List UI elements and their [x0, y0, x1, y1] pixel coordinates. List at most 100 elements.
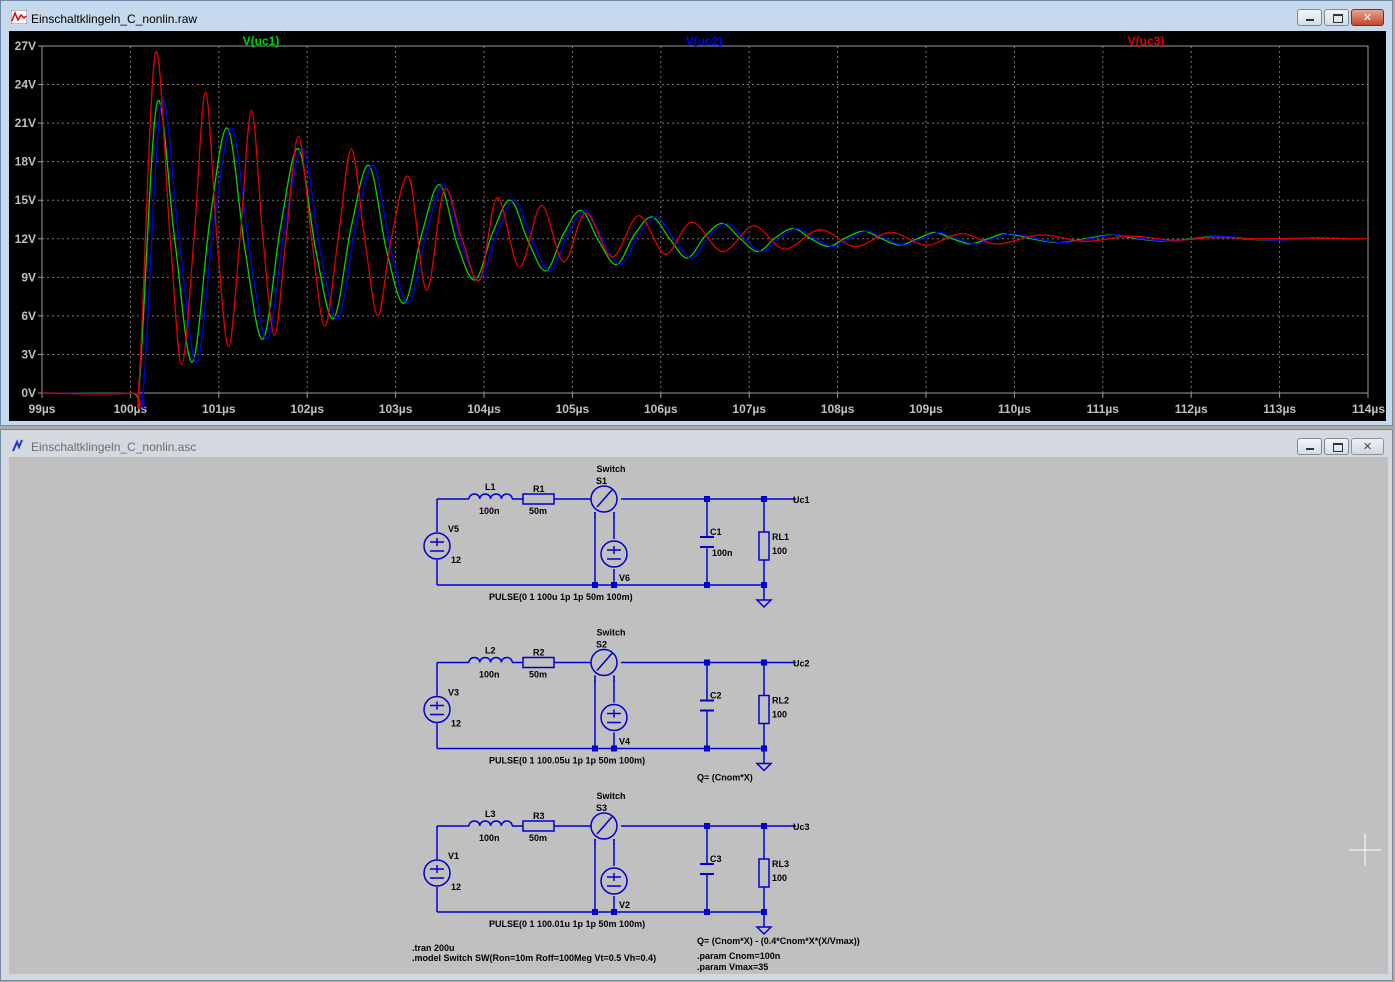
x-tick-label: 105µs	[556, 402, 590, 416]
resistor-value[interactable]: 50m	[529, 506, 547, 516]
x-tick-label: 110µs	[998, 402, 1031, 416]
close-button[interactable]: ✕	[1351, 438, 1384, 455]
inductor-value[interactable]: 100n	[479, 833, 500, 843]
inductor-symbol[interactable]	[468, 656, 513, 663]
close-button[interactable]: ✕	[1351, 9, 1384, 26]
circuit-3: Switch S3 L3 100n R3 50m V1 12 V2 PULSE(0 1 100.0…	[423, 791, 860, 946]
schematic-canvas[interactable]: Switch S1 L1 100n R1 50m V5 12 V6 PULSE(0 1 100u …	[9, 457, 1388, 974]
waveform-window-title: Einschaltklingeln_C_nonlin.raw	[31, 12, 198, 26]
maximize-button[interactable]	[1324, 9, 1349, 26]
y-tick-label: 15V	[15, 193, 36, 207]
switch-model-label[interactable]: Switch	[596, 791, 625, 801]
capacitor-symbol[interactable]	[700, 699, 714, 712]
capacitor-expression[interactable]: Q= (Cnom*X) - (0.4*Cnom*X*(X/Vmax))	[697, 936, 860, 946]
inductor-label[interactable]: L3	[485, 809, 496, 819]
load-label[interactable]: RL2	[772, 696, 789, 706]
model-directive[interactable]: .model Switch SW(Ron=10m Roff=100Meg Vt=…	[412, 953, 656, 963]
resistor-symbol[interactable]	[522, 820, 555, 832]
trace-label[interactable]: V(uc3)	[1128, 34, 1165, 48]
resistor-value[interactable]: 50m	[529, 833, 547, 843]
trace-label[interactable]: V(uc2)	[686, 34, 723, 48]
junction-dot	[592, 745, 598, 752]
node-label[interactable]: Uc1	[793, 495, 810, 505]
waveform-titlebar[interactable]: Einschaltklingeln_C_nonlin.raw ✕	[1, 1, 1392, 31]
inductor-value[interactable]: 100n	[479, 506, 500, 516]
resistor-value[interactable]: 50m	[529, 670, 547, 680]
switch-contact-icon	[596, 488, 614, 508]
resistor-label[interactable]: R3	[533, 811, 545, 821]
load-resistor-symbol[interactable]	[758, 858, 770, 888]
x-tick-label: 114µs	[1352, 402, 1385, 416]
inductor-symbol[interactable]	[468, 820, 513, 827]
source-value[interactable]: 12	[451, 555, 461, 565]
tran-directive[interactable]: .tran 200u	[412, 943, 455, 953]
load-resistor-symbol[interactable]	[758, 531, 770, 561]
minimize-button[interactable]	[1297, 9, 1322, 26]
capacitor-value[interactable]: 100n	[712, 548, 733, 558]
capacitor-symbol[interactable]	[700, 536, 714, 548]
inductor-label[interactable]: L2	[485, 646, 496, 656]
switch-label[interactable]: S3	[596, 803, 607, 813]
schematic-titlebar[interactable]: Einschaltklingeln_C_nonlin.asc ✕	[1, 430, 1392, 460]
source-label[interactable]: V5	[448, 524, 459, 534]
source-value[interactable]: 12	[451, 882, 461, 892]
schematic-drawing[interactable]: Switch S1 L1 100n R1 50m V5 12 V6 PULSE(0 1 100u …	[9, 457, 1388, 974]
junction-dot	[704, 745, 710, 752]
waveform-chart[interactable]: 99µs 100µs 101µs 102µs 103µs 104µs 105µs 106µs 1…	[9, 31, 1386, 421]
resistor-symbol[interactable]	[522, 493, 555, 505]
switch-model-label[interactable]: Switch	[596, 628, 625, 638]
schematic-window-title: Einschaltklingeln_C_nonlin.asc	[31, 440, 197, 454]
switch-label[interactable]: S1	[596, 476, 607, 486]
load-resistor-symbol[interactable]	[758, 694, 770, 725]
source-value[interactable]: 12	[451, 719, 461, 729]
junction-dot	[704, 823, 710, 829]
switch-control-leads	[594, 512, 615, 519]
junction-dot	[704, 909, 710, 915]
load-label[interactable]: RL1	[772, 532, 789, 542]
waveform-plot[interactable]: 99µs 100µs 101µs 102µs 103µs 104µs 105µs 106µs 1…	[9, 31, 1386, 421]
trace-label[interactable]: V(uc1)	[243, 34, 280, 48]
capacitor-label[interactable]: C2	[710, 691, 722, 701]
load-value[interactable]: 100	[772, 710, 787, 720]
trace-vuc2[interactable]	[41, 99, 1369, 410]
trace-vuc1[interactable]	[41, 99, 1369, 410]
capacitor-expression[interactable]: Q= (Cnom*X)	[697, 773, 753, 783]
node-label[interactable]: Uc3	[793, 822, 810, 832]
control-source-label[interactable]: V6	[619, 573, 630, 583]
y-tick-label: 21V	[15, 116, 36, 130]
node-label[interactable]: Uc2	[793, 659, 810, 669]
capacitor-symbol[interactable]	[700, 863, 714, 875]
resistor-label[interactable]: R2	[533, 648, 545, 658]
junction-dot	[611, 745, 617, 752]
pulse-spec[interactable]: PULSE(0 1 100u 1p 1p 50m 100m)	[489, 592, 633, 602]
minimize-button[interactable]	[1297, 438, 1322, 455]
source-polarity-icon	[430, 865, 444, 879]
pulse-spec[interactable]: PULSE(0 1 100.05u 1p 1p 50m 100m)	[489, 756, 645, 766]
load-value[interactable]: 100	[772, 873, 787, 883]
load-label[interactable]: RL3	[772, 859, 789, 869]
control-source-label[interactable]: V2	[619, 900, 630, 910]
resistor-symbol[interactable]	[522, 656, 555, 669]
load-value[interactable]: 100	[772, 546, 787, 556]
resistor-label[interactable]: R1	[533, 484, 545, 494]
capacitor-label[interactable]: C3	[710, 854, 722, 864]
junction-dot	[704, 496, 710, 502]
x-tick-label: 102µs	[290, 402, 324, 416]
inductor-label[interactable]: L1	[485, 482, 496, 492]
inductor-value[interactable]: 100n	[479, 670, 500, 680]
switch-label[interactable]: S2	[596, 640, 607, 650]
maximize-button[interactable]	[1324, 438, 1349, 455]
x-tick-label: 111µs	[1087, 402, 1120, 416]
control-source-label[interactable]: V4	[619, 737, 630, 747]
param-directive[interactable]: .param Vmax=35	[697, 962, 768, 972]
source-label[interactable]: V1	[448, 851, 459, 861]
capacitor-label[interactable]: C1	[710, 527, 722, 537]
minimize-icon	[1306, 448, 1314, 450]
switch-model-label[interactable]: Switch	[596, 464, 625, 474]
source-label[interactable]: V3	[448, 688, 459, 698]
trace-vuc3[interactable]	[41, 50, 1369, 410]
pulse-spec[interactable]: PULSE(0 1 100.01u 1p 1p 50m 100m)	[489, 919, 645, 929]
inductor-symbol[interactable]	[468, 493, 513, 500]
switch-contact-icon	[596, 651, 614, 671]
param-directive[interactable]: .param Cnom=100n	[697, 951, 780, 961]
